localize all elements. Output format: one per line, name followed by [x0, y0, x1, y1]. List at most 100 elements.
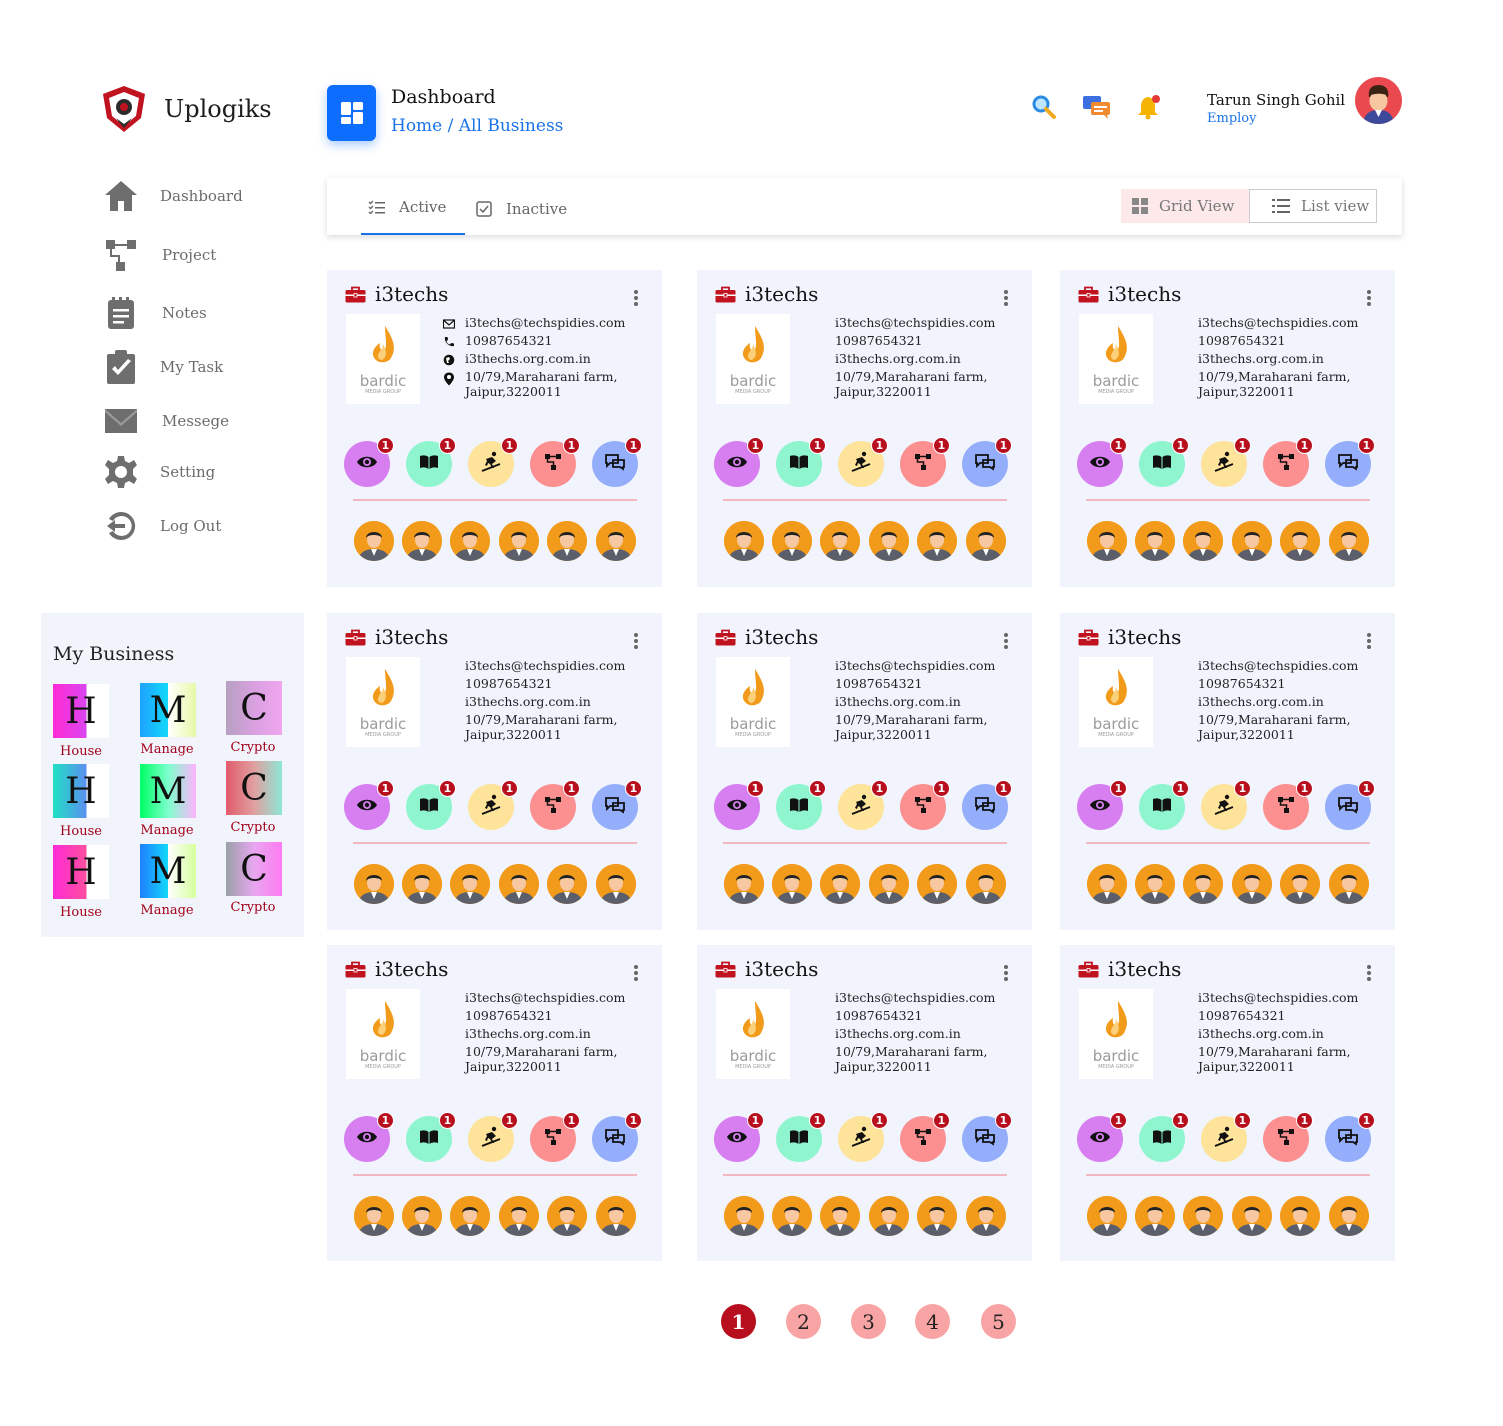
more-options-icon[interactable]: [1003, 964, 1009, 982]
member-avatar[interactable]: [499, 1196, 539, 1236]
business-tile-house[interactable]: H: [53, 845, 109, 899]
app-logo[interactable]: Uplogiks: [101, 84, 272, 134]
member-avatar[interactable]: [450, 864, 490, 904]
phone-row[interactable]: 10987654321: [1176, 675, 1376, 693]
card-action-chat-bubbles[interactable]: 1: [592, 780, 642, 830]
member-avatar[interactable]: [724, 864, 764, 904]
member-avatar[interactable]: [402, 521, 442, 561]
more-options-icon[interactable]: [1366, 632, 1372, 650]
card-action-hierarchy[interactable]: 1: [530, 437, 580, 487]
user-avatar[interactable]: [1355, 77, 1402, 124]
website-row[interactable]: i3thechs.org.com.in: [443, 350, 643, 368]
email-row[interactable]: i3techs@techspidies.com: [813, 657, 1013, 675]
member-avatar[interactable]: [1087, 1196, 1127, 1236]
card-action-eye[interactable]: 1: [1077, 437, 1127, 487]
card-action-book[interactable]: 1: [406, 437, 456, 487]
member-avatar[interactable]: [547, 864, 587, 904]
phone-row[interactable]: 10987654321: [443, 1007, 643, 1025]
business-card[interactable]: i3techs bardic MEDIA GROUP i3techs@techs…: [327, 270, 662, 587]
sidebar-item-dashboard[interactable]: Dashboard: [102, 177, 243, 215]
list-view-button[interactable]: List view: [1249, 189, 1377, 223]
card-action-snowboard[interactable]: 1: [1201, 780, 1251, 830]
member-avatar[interactable]: [966, 1196, 1006, 1236]
website-row[interactable]: i3thechs.org.com.in: [1176, 693, 1376, 711]
card-action-eye[interactable]: 1: [344, 780, 394, 830]
member-avatar[interactable]: [1183, 521, 1223, 561]
more-options-icon[interactable]: [1366, 289, 1372, 307]
card-action-eye[interactable]: 1: [1077, 1112, 1127, 1162]
member-avatar[interactable]: [354, 521, 394, 561]
card-action-hierarchy[interactable]: 1: [1263, 780, 1313, 830]
business-card[interactable]: i3techs bardic MEDIA GROUP i3techs@techs…: [1060, 270, 1395, 587]
more-options-icon[interactable]: [1366, 964, 1372, 982]
business-tile-house[interactable]: H: [53, 684, 109, 738]
card-action-snowboard[interactable]: 1: [1201, 1112, 1251, 1162]
member-avatar[interactable]: [1232, 1196, 1272, 1236]
member-avatar[interactable]: [1135, 864, 1175, 904]
website-row[interactable]: i3thechs.org.com.in: [813, 693, 1013, 711]
member-avatar[interactable]: [966, 521, 1006, 561]
card-action-eye[interactable]: 1: [344, 1112, 394, 1162]
card-action-eye[interactable]: 1: [344, 437, 394, 487]
card-action-eye[interactable]: 1: [714, 780, 764, 830]
member-avatar[interactable]: [547, 521, 587, 561]
sidebar-item-project[interactable]: Project: [102, 236, 216, 274]
member-avatar[interactable]: [596, 1196, 636, 1236]
business-tile-crypto[interactable]: C: [226, 681, 282, 735]
member-avatar[interactable]: [869, 864, 909, 904]
business-card[interactable]: i3techs bardic MEDIA GROUP i3techs@techs…: [697, 945, 1032, 1261]
tab-inactive[interactable]: Inactive: [476, 180, 567, 237]
business-tile-house[interactable]: H: [53, 764, 109, 818]
grid-view-button[interactable]: Grid View: [1121, 189, 1249, 223]
email-row[interactable]: i3techs@techspidies.com: [1176, 314, 1376, 332]
email-row[interactable]: i3techs@techspidies.com: [442, 314, 643, 332]
sidebar-item-setting[interactable]: Setting: [102, 453, 215, 491]
member-avatar[interactable]: [1087, 864, 1127, 904]
card-action-book[interactable]: 1: [776, 437, 826, 487]
website-row[interactable]: i3thechs.org.com.in: [1176, 1025, 1376, 1043]
card-action-book[interactable]: 1: [776, 780, 826, 830]
more-options-icon[interactable]: [1003, 289, 1009, 307]
member-avatar[interactable]: [772, 1196, 812, 1236]
member-avatar[interactable]: [596, 521, 636, 561]
card-action-hierarchy[interactable]: 1: [900, 437, 950, 487]
member-avatar[interactable]: [1329, 864, 1369, 904]
page-button-2[interactable]: 2: [786, 1304, 821, 1339]
card-action-chat-bubbles[interactable]: 1: [1325, 437, 1375, 487]
tab-active[interactable]: Active: [368, 178, 446, 235]
member-avatar[interactable]: [1280, 521, 1320, 561]
business-card[interactable]: i3techs bardic MEDIA GROUP i3techs@techs…: [1060, 613, 1395, 930]
card-action-snowboard[interactable]: 1: [838, 1112, 888, 1162]
business-card[interactable]: i3techs bardic MEDIA GROUP i3techs@techs…: [697, 270, 1032, 587]
page-button-4[interactable]: 4: [915, 1304, 950, 1339]
member-avatar[interactable]: [499, 864, 539, 904]
card-action-hierarchy[interactable]: 1: [530, 1112, 580, 1162]
card-action-hierarchy[interactable]: 1: [1263, 1112, 1313, 1162]
member-avatar[interactable]: [450, 1196, 490, 1236]
member-avatar[interactable]: [917, 521, 957, 561]
business-tile-manage[interactable]: M: [140, 764, 196, 818]
business-card[interactable]: i3techs bardic MEDIA GROUP i3techs@techs…: [327, 945, 662, 1261]
member-avatar[interactable]: [724, 521, 764, 561]
card-action-book[interactable]: 1: [1139, 780, 1189, 830]
member-avatar[interactable]: [820, 864, 860, 904]
member-avatar[interactable]: [1329, 521, 1369, 561]
sidebar-item-notes[interactable]: Notes: [102, 294, 207, 332]
card-action-book[interactable]: 1: [776, 1112, 826, 1162]
card-action-snowboard[interactable]: 1: [468, 780, 518, 830]
card-action-snowboard[interactable]: 1: [468, 1112, 518, 1162]
phone-row[interactable]: 10987654321: [443, 332, 643, 350]
member-avatar[interactable]: [1232, 521, 1272, 561]
phone-row[interactable]: 10987654321: [813, 675, 1013, 693]
more-options-icon[interactable]: [633, 289, 639, 307]
page-button-5[interactable]: 5: [981, 1304, 1016, 1339]
card-action-chat-bubbles[interactable]: 1: [1325, 1112, 1375, 1162]
member-avatar[interactable]: [402, 864, 442, 904]
card-action-eye[interactable]: 1: [714, 437, 764, 487]
card-action-book[interactable]: 1: [406, 780, 456, 830]
member-avatar[interactable]: [1087, 521, 1127, 561]
website-row[interactable]: i3thechs.org.com.in: [443, 693, 643, 711]
dashboard-grid-button[interactable]: [327, 85, 376, 141]
email-row[interactable]: i3techs@techspidies.com: [1176, 989, 1376, 1007]
business-tile-crypto[interactable]: C: [226, 761, 282, 815]
